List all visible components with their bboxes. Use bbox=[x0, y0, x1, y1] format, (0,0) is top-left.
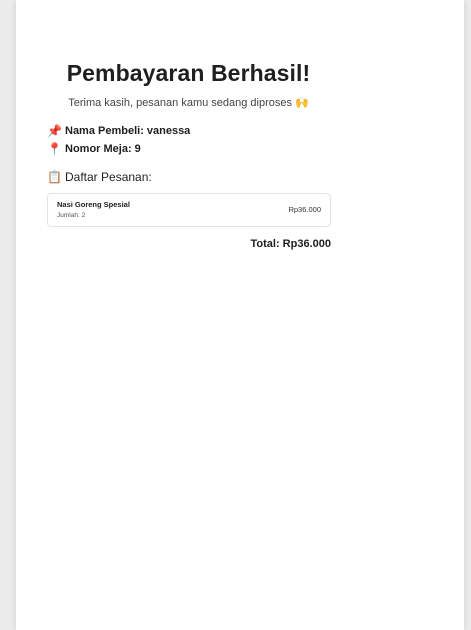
location-pin-icon: 📍 bbox=[47, 142, 62, 156]
buyer-value: vanessa bbox=[146, 125, 191, 137]
orders-heading: 📋 Daftar Pesanan: bbox=[47, 170, 152, 184]
order-item-name: Nasi Goreng Spesial bbox=[57, 200, 130, 209]
table-info: 📍 Nomor Meja: 9 bbox=[47, 143, 141, 155]
page-title: Pembayaran Berhasil! bbox=[66, 60, 311, 86]
buyer-info: 📌 Nama Pembeli: vanessa bbox=[47, 125, 190, 137]
page-subtitle: Terima kasih, pesanan kamu sedang dipros… bbox=[68, 97, 309, 109]
clipboard-icon: 📋 bbox=[47, 170, 62, 184]
pushpin-icon: 📌 bbox=[47, 124, 62, 138]
receipt-page: Pembayaran Berhasil! Terima kasih, pesan… bbox=[16, 0, 464, 630]
buyer-label: Nama Pembeli: bbox=[65, 125, 144, 137]
order-total: Total: Rp36.000 bbox=[250, 238, 332, 250]
table-value: 9 bbox=[134, 143, 141, 155]
order-item: Nasi Goreng Spesial Jumlah: 2 Rp36.000 bbox=[47, 193, 331, 227]
order-item-price: Rp36.000 bbox=[288, 205, 321, 214]
table-label: Nomor Meja: bbox=[65, 143, 132, 155]
order-item-quantity: Jumlah: 2 bbox=[57, 212, 86, 219]
orders-label: Daftar Pesanan: bbox=[65, 170, 152, 184]
